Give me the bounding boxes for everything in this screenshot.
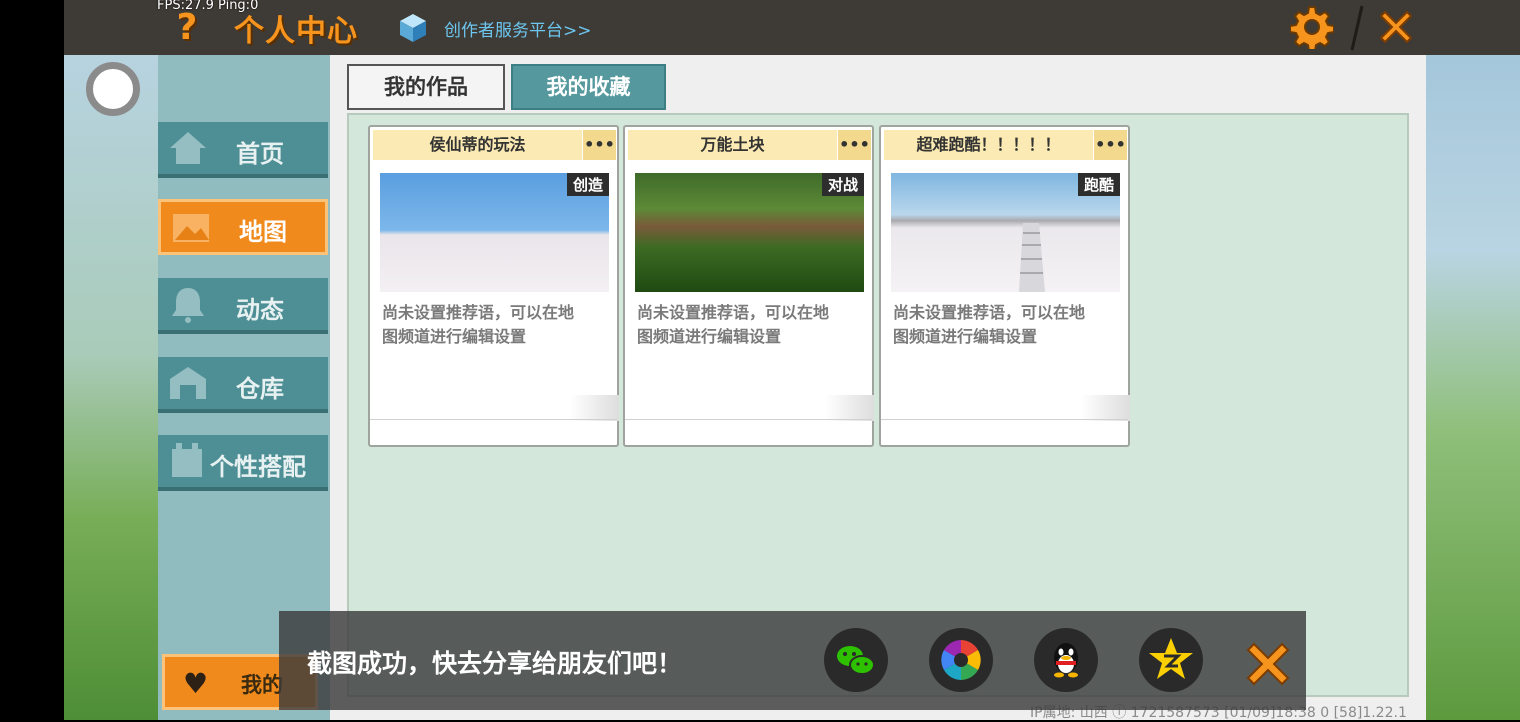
outfit-icon — [172, 443, 202, 477]
tab-my-works[interactable]: 我的作品 — [347, 64, 505, 110]
sidebar-item-label: 动态 — [236, 296, 284, 324]
sidebar-item-label: 仓库 — [236, 375, 284, 403]
sidebar-item-home[interactable]: 首页 — [158, 122, 328, 178]
more-options-button[interactable]: ••• — [1094, 130, 1127, 160]
description-line: 图频道进行编辑设置 — [637, 327, 782, 346]
toast-message: 截图成功，快去分享给朋友们吧！ — [307, 649, 683, 678]
card-description: 尚未设置推荐语，可以在地 图频道进行编辑设置 — [382, 301, 610, 349]
heart-icon: ♥ — [183, 667, 209, 700]
cube-icon[interactable] — [398, 12, 428, 44]
sidebar-item-map[interactable]: 地图 — [158, 199, 328, 255]
map-card[interactable]: 万能土块 ••• 对战 尚未设置推荐语，可以在地 图频道进行编辑设置 — [623, 125, 874, 447]
divider — [625, 419, 872, 420]
creator-platform-link[interactable]: 创作者服务平台>> — [444, 16, 592, 41]
divider — [370, 419, 617, 420]
card-decoration — [1081, 395, 1130, 421]
sidebar-item-warehouse[interactable]: 仓库 — [158, 357, 328, 413]
close-icon[interactable] — [1375, 6, 1417, 48]
card-decoration — [570, 395, 619, 421]
card-title: 侯仙蒂的玩法 — [373, 130, 582, 160]
map-thumbnail: 创造 — [380, 173, 609, 292]
more-options-button[interactable]: ••• — [838, 130, 871, 160]
map-icon — [173, 214, 209, 242]
qzone-icon — [1141, 630, 1201, 690]
qq-share-button[interactable] — [1034, 628, 1098, 692]
wechat-icon — [826, 630, 886, 690]
moments-share-button[interactable] — [929, 628, 993, 692]
divider — [1350, 5, 1364, 51]
card-description: 尚未设置推荐语，可以在地 图频道进行编辑设置 — [637, 301, 865, 349]
mine-label: 我的 — [241, 673, 283, 697]
moments-icon — [931, 630, 991, 690]
sidebar-item-label: 首页 — [236, 140, 284, 168]
sidebar-item-label: 个性搭配 — [210, 453, 306, 481]
map-type-badge: 跑酷 — [1077, 173, 1120, 196]
warehouse-icon — [170, 367, 206, 399]
page-title: 个人中心 — [234, 14, 358, 49]
card-description: 尚未设置推荐语，可以在地 图频道进行编辑设置 — [893, 301, 1121, 349]
tab-my-favorites[interactable]: 我的收藏 — [511, 64, 666, 110]
help-icon[interactable]: ? — [172, 6, 202, 50]
bell-icon — [172, 288, 204, 323]
map-thumbnail: 跑酷 — [891, 173, 1120, 292]
scenery-strip — [64, 55, 159, 720]
sidebar-item-outfit[interactable]: 个性搭配 — [158, 435, 328, 491]
description-line: 尚未设置推荐语，可以在地 — [637, 303, 830, 322]
gear-icon[interactable] — [1290, 5, 1334, 49]
card-title: 超难跑酷！！！！！ — [884, 130, 1093, 160]
description-line: 尚未设置推荐语，可以在地 — [382, 303, 575, 322]
sidebar-item-feed[interactable]: 动态 — [158, 278, 328, 334]
description-line: 尚未设置推荐语，可以在地 — [893, 303, 1086, 322]
description-line: 图频道进行编辑设置 — [893, 327, 1038, 346]
divider — [881, 419, 1128, 420]
more-options-button[interactable]: ••• — [583, 130, 616, 160]
sidebar-item-label: 地图 — [239, 218, 287, 246]
map-card[interactable]: 超难跑酷！！！！！ ••• 跑酷 尚未设置推荐语，可以在地 图频道进行编辑设置 — [879, 125, 1130, 447]
close-share-icon[interactable] — [1240, 636, 1296, 692]
qq-icon — [1036, 630, 1096, 690]
card-title: 万能土块 — [628, 130, 837, 160]
avatar[interactable] — [86, 62, 140, 116]
home-icon — [170, 132, 206, 164]
map-card[interactable]: 侯仙蒂的玩法 ••• 创造 尚未设置推荐语，可以在地 图频道进行编辑设置 — [368, 125, 619, 447]
map-type-badge: 创造 — [566, 173, 609, 196]
map-type-badge: 对战 — [821, 173, 864, 196]
wechat-share-button[interactable] — [824, 628, 888, 692]
qzone-share-button[interactable] — [1139, 628, 1203, 692]
map-thumbnail: 对战 — [635, 173, 864, 292]
card-decoration — [825, 395, 874, 421]
description-line: 图频道进行编辑设置 — [382, 327, 527, 346]
